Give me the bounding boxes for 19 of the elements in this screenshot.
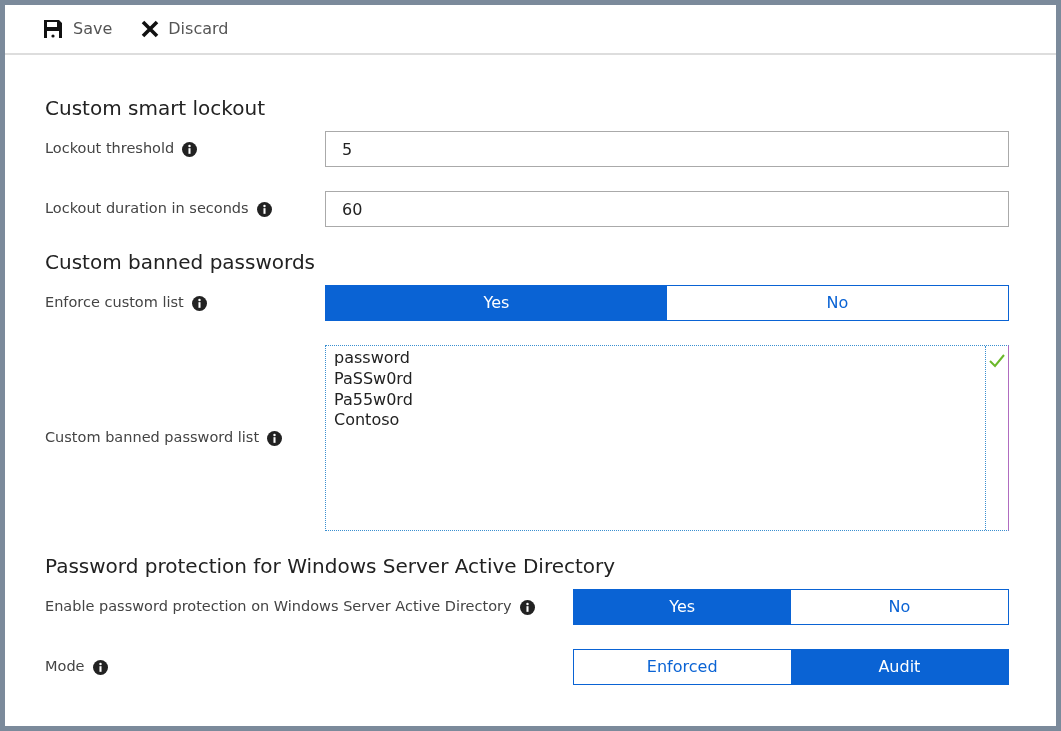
discard-button[interactable]: Discard	[140, 17, 229, 41]
field-label: Mode	[45, 657, 85, 677]
field-label: Custom banned password list	[45, 428, 260, 448]
textarea-field[interactable]: password PaSSw0rd Pa55w0rd Contoso	[325, 345, 1009, 531]
section-heading: Password protection for Windows Server Active Directory	[45, 553, 617, 579]
toggle-option[interactable]: Audit	[790, 650, 1008, 684]
text-input[interactable]: 60	[325, 191, 1009, 227]
section-heading: Custom banned passwords	[45, 249, 316, 275]
section-heading: Custom smart lockout	[45, 95, 266, 121]
text-input[interactable]: 5	[325, 131, 1009, 167]
field-label: Lockout threshold	[45, 139, 175, 159]
toggle-option[interactable]: Yes	[573, 590, 791, 624]
close-icon	[140, 19, 161, 39]
save-icon	[41, 17, 65, 41]
save-button[interactable]: Save	[41, 17, 113, 41]
field-label: Lockout duration in seconds	[45, 199, 249, 219]
field-label: Enable password protection on Windows Server Active Directory	[45, 597, 512, 617]
field-label: Enforce custom list	[45, 293, 184, 313]
toggle-option[interactable]: Yes	[326, 286, 667, 320]
